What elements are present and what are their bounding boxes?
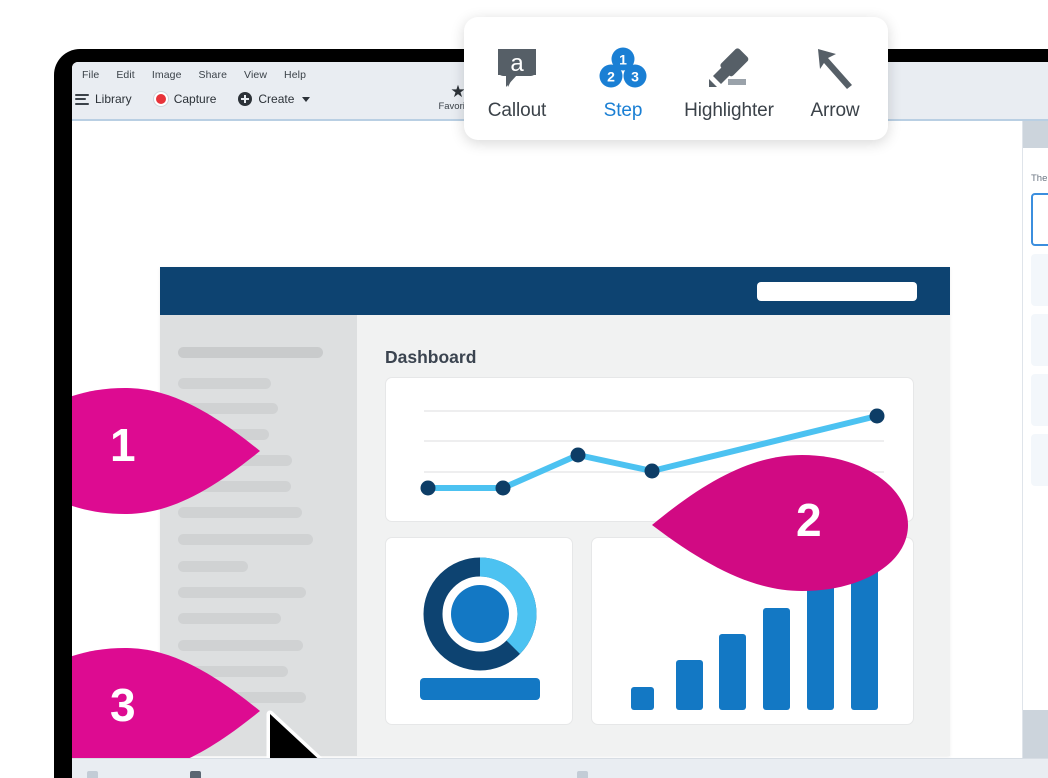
menu-item-share[interactable]: Share: [199, 69, 228, 81]
menu-item-image[interactable]: Image: [152, 69, 182, 81]
mock-header-bar: [160, 267, 950, 315]
app-window: File Edit Image Share View Help Library …: [72, 62, 1048, 778]
step-pin-3[interactable]: 3: [72, 646, 262, 776]
theme-card[interactable]: [1031, 374, 1048, 426]
library-label: Library: [95, 92, 132, 106]
theme-card-selected[interactable]: [1031, 193, 1048, 246]
bottom-tool-icon[interactable]: [577, 771, 588, 778]
step-pin-1[interactable]: 1: [72, 386, 262, 516]
sidebar-placeholder: [178, 534, 313, 545]
svg-text:a: a: [510, 50, 524, 77]
svg-text:1: 1: [619, 51, 627, 67]
panel-bottombar: [1023, 710, 1048, 758]
hamburger-icon: [75, 93, 89, 105]
step-pin-2[interactable]: 2: [650, 453, 910, 593]
annotation-tool-palette: a Callout 1 2 3 Step Highlighter Arrow: [464, 17, 888, 140]
tool-highlighter[interactable]: Highlighter: [676, 17, 782, 140]
donut-chart: [420, 557, 540, 700]
bottom-tool-icon[interactable]: [87, 771, 98, 778]
page-title: Dashboard: [385, 347, 477, 367]
tool-arrow[interactable]: Arrow: [782, 17, 888, 140]
bottom-toolbar: [72, 758, 1048, 778]
sidebar-placeholder: [178, 347, 323, 358]
step-numbers-icon: 1 2 3: [598, 42, 648, 94]
theme-card[interactable]: [1031, 254, 1048, 306]
sidebar-placeholder: [178, 587, 306, 598]
app-toolbar: Library Capture Create: [75, 92, 311, 106]
panel-section-label: The: [1031, 173, 1048, 184]
properties-panel: The: [1022, 121, 1048, 758]
step-pin-3-number: 3: [110, 679, 136, 731]
highlighter-pen-icon: [704, 42, 754, 94]
menu-item-edit[interactable]: Edit: [116, 69, 135, 81]
menu-item-help[interactable]: Help: [284, 69, 306, 81]
svg-text:2: 2: [607, 68, 615, 84]
screenshot-root: File Edit Image Share View Help Library …: [0, 0, 1048, 778]
create-button[interactable]: Create: [238, 92, 311, 106]
step-pin-2-number: 2: [796, 494, 822, 546]
create-label: Create: [258, 92, 295, 106]
record-dot-icon: [153, 92, 168, 106]
tool-callout-label: Callout: [487, 99, 547, 121]
chevron-down-icon: [302, 96, 311, 102]
menu-item-file[interactable]: File: [82, 69, 99, 81]
capture-label: Capture: [173, 92, 217, 106]
theme-card[interactable]: [1031, 314, 1048, 366]
sidebar-placeholder: [178, 561, 248, 572]
tool-highlighter-label: Highlighter: [684, 99, 774, 121]
theme-card[interactable]: [1031, 434, 1048, 486]
library-button[interactable]: Library: [75, 92, 132, 106]
tool-arrow-label: Arrow: [810, 99, 860, 121]
mock-search-field: [757, 282, 917, 301]
step-pin-1-number: 1: [110, 419, 136, 471]
svg-text:3: 3: [631, 68, 639, 84]
tool-step-label: Step: [603, 99, 643, 121]
arrow-pointer-icon: [812, 42, 858, 94]
menu-item-view[interactable]: View: [244, 69, 267, 81]
donut-chart-card: [385, 537, 573, 725]
editor-canvas[interactable]: Dashboard 1 2 3: [72, 121, 1048, 778]
capture-button[interactable]: Capture: [153, 92, 217, 106]
tool-step[interactable]: 1 2 3 Step: [570, 17, 676, 140]
menu-items: File Edit Image Share View Help: [82, 69, 306, 81]
sidebar-placeholder: [178, 613, 281, 624]
plus-circle-icon: [238, 92, 253, 106]
panel-topbar: [1023, 121, 1048, 148]
callout-bubble-icon: a: [494, 42, 540, 94]
bottom-tool-icon[interactable]: [190, 771, 201, 778]
tool-callout[interactable]: a Callout: [464, 17, 570, 140]
